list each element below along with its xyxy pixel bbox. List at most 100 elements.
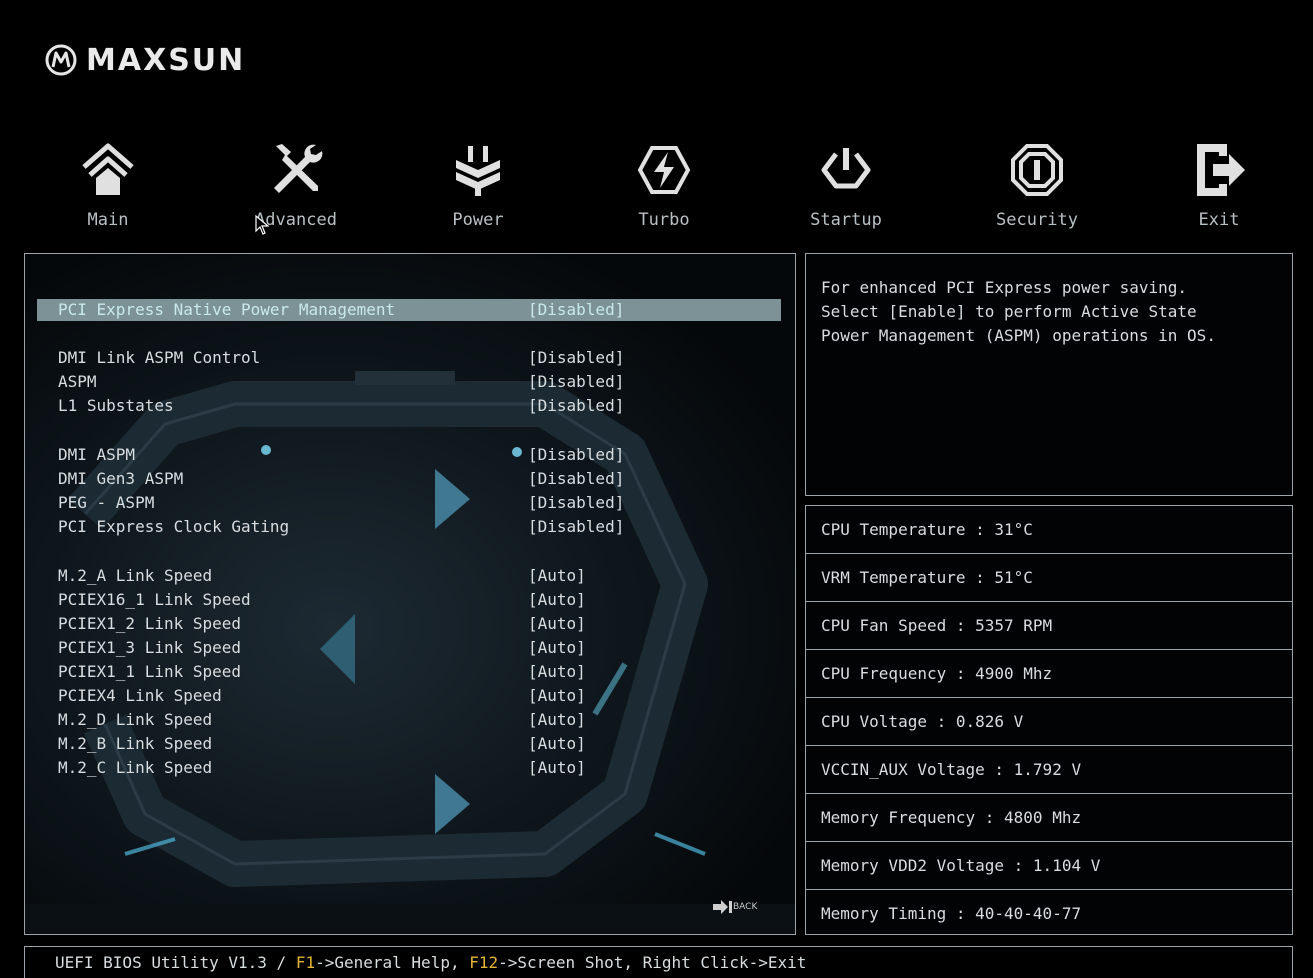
power-plug-icon: [456, 146, 500, 196]
help-line: For enhanced PCI Express power saving.: [821, 278, 1188, 297]
help-text: For enhanced PCI Express power saving. S…: [821, 276, 1286, 348]
tab-power[interactable]: Power: [413, 140, 543, 230]
setting-name: M.2_D Link Speed: [58, 710, 213, 729]
setting-value[interactable]: [Disabled]: [528, 492, 624, 514]
setting-row[interactable]: L1 Substates [Disabled]: [37, 395, 781, 417]
monitor-readout: Memory VDD2 Voltage : 1.104 V: [806, 842, 1292, 890]
setting-row[interactable]: M.2_A Link Speed [Auto]: [37, 565, 781, 587]
tab-label: Exit: [1198, 210, 1240, 230]
monitor-readout: Memory Timing : 40-40-40-77: [821, 904, 1082, 923]
setting-row[interactable]: PCI Express Clock Gating [Disabled]: [37, 516, 781, 538]
help-line: Power Management (ASPM) operations in OS…: [821, 326, 1216, 345]
setting-name: DMI Link ASPM Control: [58, 348, 261, 367]
setting-value[interactable]: [Disabled]: [528, 299, 624, 321]
setting-name: PEG - ASPM: [58, 493, 155, 512]
setting-value[interactable]: [Disabled]: [528, 347, 624, 369]
setting-value[interactable]: [Disabled]: [528, 371, 624, 393]
setting-name: PCIEX1_1 Link Speed: [58, 662, 242, 681]
setting-name: PCIEX1_2 Link Speed: [58, 614, 242, 633]
tab-label: Security: [996, 210, 1078, 230]
setting-row[interactable]: PCIEX1_1 Link Speed [Auto]: [37, 661, 781, 683]
setting-row[interactable]: PCIEX4 Link Speed [Auto]: [37, 685, 781, 707]
setting-name: PCI Express Clock Gating: [58, 517, 290, 536]
setting-name: L1 Substates: [58, 396, 174, 415]
help-panel: For enhanced PCI Express power saving. S…: [805, 253, 1293, 496]
mouse-cursor-icon: [255, 215, 269, 235]
lightning-icon: [637, 146, 691, 194]
footer-bar: UEFI BIOS Utility V1.3 / F1->General Hel…: [24, 946, 1293, 978]
tab-advanced[interactable]: Advanced: [231, 140, 361, 230]
setting-value[interactable]: [Auto]: [528, 733, 586, 755]
exit-arrow-icon: [1197, 144, 1245, 196]
setting-row[interactable]: M.2_B Link Speed [Auto]: [37, 733, 781, 755]
setting-row[interactable]: PCIEX1_3 Link Speed [Auto]: [37, 637, 781, 659]
setting-value[interactable]: [Auto]: [528, 661, 586, 683]
monitor-readout: VRM Temperature : 51°C: [806, 554, 1292, 602]
monitor-readout: CPU Temperature : 31°C: [806, 506, 1292, 554]
back-arrow-icon: [713, 900, 732, 914]
setting-value[interactable]: [Auto]: [528, 589, 586, 611]
maxsun-logo-icon: [45, 44, 77, 76]
tab-label: Main: [87, 210, 129, 230]
setting-value[interactable]: [Auto]: [528, 709, 586, 731]
setting-name: M.2_B Link Speed: [58, 734, 213, 753]
brand-name: MAXSUN: [86, 42, 246, 78]
tab-startup[interactable]: Startup: [781, 140, 911, 230]
setting-name: M.2_C Link Speed: [58, 758, 213, 777]
setting-value[interactable]: [Auto]: [528, 613, 586, 635]
setting-row[interactable]: PCI Express Native Power Management [Disa…: [37, 299, 781, 321]
setting-name: PCIEX1_3 Link Speed: [58, 638, 242, 657]
setting-value[interactable]: [Disabled]: [528, 444, 624, 466]
setting-name: DMI Gen3 ASPM: [58, 469, 184, 488]
setting-row[interactable]: PCIEX1_2 Link Speed [Auto]: [37, 613, 781, 635]
setting-value[interactable]: [Auto]: [528, 685, 586, 707]
setting-name: PCIEX16_1 Link Speed: [58, 590, 251, 609]
hotkey-f12: F12: [469, 953, 499, 972]
setting-value[interactable]: [Auto]: [528, 757, 586, 779]
home-icon: [82, 143, 134, 195]
setting-name: PCI Express Native Power Management: [58, 300, 396, 319]
maxsun-logo: MAXSUN: [44, 38, 245, 82]
setting-name: PCIEX4 Link Speed: [58, 686, 222, 705]
setting-row[interactable]: M.2_D Link Speed [Auto]: [37, 709, 781, 731]
hotkey-f1: F1: [295, 953, 316, 972]
tab-label: Startup: [810, 210, 882, 230]
setting-row[interactable]: DMI ASPM [Disabled]: [37, 444, 781, 466]
tab-exit[interactable]: Exit: [1154, 140, 1284, 230]
back-button[interactable]: BACK: [713, 900, 757, 914]
monitor-readout: Memory Frequency : 4800 Mhz: [806, 794, 1292, 842]
setting-value[interactable]: [Auto]: [528, 637, 586, 659]
hardware-monitor-panel: CPU Temperature : 31°C VRM Temperature : …: [805, 505, 1293, 935]
shield-lock-icon: [1011, 144, 1063, 196]
footer-prefix: UEFI BIOS Utility V1.3 /: [55, 953, 296, 972]
monitor-readout: CPU Fan Speed : 5357 RPM: [806, 602, 1292, 650]
setting-name: ASPM: [58, 372, 97, 391]
tools-icon: [274, 144, 323, 193]
setting-row[interactable]: DMI Link ASPM Control [Disabled]: [37, 347, 781, 369]
tab-turbo[interactable]: Turbo: [599, 140, 729, 230]
setting-name: DMI ASPM: [58, 445, 136, 464]
setting-row[interactable]: PEG - ASPM [Disabled]: [37, 492, 781, 514]
monitor-readout: VCCIN_AUX Voltage : 1.792 V: [806, 746, 1292, 794]
settings-panel: PCI Express Native Power Management [Disa…: [24, 253, 796, 935]
tab-label: Turbo: [638, 210, 690, 230]
tab-security[interactable]: Security: [972, 140, 1102, 230]
tab-label: Power: [452, 210, 504, 230]
back-label: BACK: [733, 902, 758, 912]
setting-value[interactable]: [Disabled]: [528, 516, 624, 538]
monitor-readout: CPU Frequency : 4900 Mhz: [806, 650, 1292, 698]
setting-row[interactable]: M.2_C Link Speed [Auto]: [37, 757, 781, 779]
setting-row[interactable]: DMI Gen3 ASPM [Disabled]: [37, 468, 781, 490]
tab-main[interactable]: Main: [43, 140, 173, 230]
footer-text: UEFI BIOS Utility V1.3 / F1->General Hel…: [55, 953, 806, 972]
tab-label: Advanced: [255, 210, 337, 230]
setting-value[interactable]: [Disabled]: [528, 395, 624, 417]
setting-row[interactable]: ASPM [Disabled]: [37, 371, 781, 393]
setting-value[interactable]: [Disabled]: [528, 468, 624, 490]
setting-value[interactable]: [Auto]: [528, 565, 586, 587]
setting-name: M.2_A Link Speed: [58, 566, 213, 585]
setting-row[interactable]: PCIEX16_1 Link Speed [Auto]: [37, 589, 781, 611]
hotkey-f12-desc: ->Screen Shot, Right Click->Exit: [498, 953, 807, 972]
help-line: Select [Enable] to perform Active State: [821, 302, 1197, 321]
hotkey-f1-desc: ->General Help,: [315, 953, 470, 972]
